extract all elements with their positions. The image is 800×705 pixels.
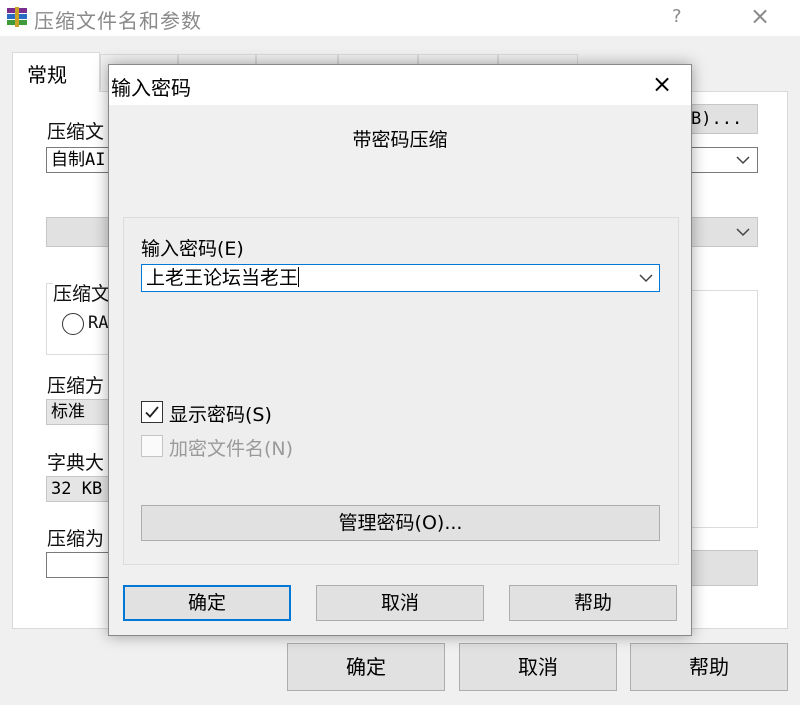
chevron-down-icon bbox=[736, 156, 750, 165]
dictionary-size-label: 字典大 bbox=[47, 452, 105, 474]
password-value: 上老王论坛当老王 bbox=[146, 267, 299, 289]
dialog-close-icon[interactable]: × bbox=[647, 69, 677, 99]
dictionary-size-select[interactable]: 32 KB bbox=[46, 476, 112, 502]
show-password-label[interactable]: 显示密码(S) bbox=[169, 400, 272, 427]
encrypt-filenames-checkbox[interactable] bbox=[141, 435, 163, 457]
main-titlebar: 压缩文件名和参数 ? × bbox=[0, 0, 800, 36]
help-icon[interactable]: ? bbox=[672, 6, 682, 27]
dialog-titlebar: 输入密码 × bbox=[109, 65, 691, 105]
chevron-down-icon[interactable] bbox=[639, 273, 653, 283]
text-caret bbox=[298, 267, 300, 287]
main-window-title: 压缩文件名和参数 bbox=[34, 9, 202, 33]
main-ok-button[interactable]: 确定 bbox=[287, 643, 445, 691]
archiving-options-group bbox=[690, 290, 758, 528]
set-password-button[interactable] bbox=[690, 550, 758, 586]
dialog-ok-button[interactable]: 确定 bbox=[123, 585, 291, 621]
main-cancel-button[interactable]: 取消 bbox=[459, 643, 617, 691]
close-icon[interactable]: × bbox=[748, 2, 772, 30]
password-dialog: 输入密码 × 带密码压缩 输入密码(E) 上老王论坛当老王 显示密码(S) 加密… bbox=[108, 64, 692, 636]
profiles-button[interactable] bbox=[46, 217, 112, 247]
checkmark-icon bbox=[145, 406, 159, 418]
password-input[interactable]: 上老王论坛当老王 bbox=[141, 264, 660, 292]
radio-rar[interactable] bbox=[62, 313, 84, 335]
manage-passwords-button[interactable]: 管理密码(O)... bbox=[141, 505, 660, 541]
archive-format-label: 压缩文 bbox=[53, 279, 113, 306]
winrar-app-icon bbox=[6, 7, 28, 27]
radio-rar-label: RA bbox=[88, 313, 109, 333]
browse-button[interactable]: B)... bbox=[690, 104, 758, 134]
main-help-button[interactable]: 帮助 bbox=[630, 643, 788, 691]
archive-name-input[interactable]: 自制AI bbox=[46, 147, 112, 173]
tab-general[interactable]: 常规 bbox=[12, 52, 100, 92]
password-label: 输入密码(E) bbox=[141, 238, 244, 260]
chevron-down-icon bbox=[736, 228, 750, 237]
archive-name-label: 压缩文 bbox=[47, 121, 105, 143]
show-password-checkbox[interactable] bbox=[141, 401, 163, 423]
split-volumes-input[interactable] bbox=[46, 552, 112, 578]
split-volumes-label: 压缩为 bbox=[47, 528, 105, 550]
encrypt-filenames-label[interactable]: 加密文件名(N) bbox=[169, 434, 293, 461]
compression-method-select[interactable]: 标准 bbox=[46, 399, 112, 425]
dialog-subtitle: 带密码压缩 bbox=[352, 129, 448, 151]
dialog-help-button[interactable]: 帮助 bbox=[509, 585, 677, 621]
dialog-cancel-button[interactable]: 取消 bbox=[316, 585, 484, 621]
tab-general-label: 常规 bbox=[27, 63, 67, 87]
dialog-title: 输入密码 bbox=[111, 76, 191, 100]
compression-method-label: 压缩方 bbox=[47, 375, 105, 397]
